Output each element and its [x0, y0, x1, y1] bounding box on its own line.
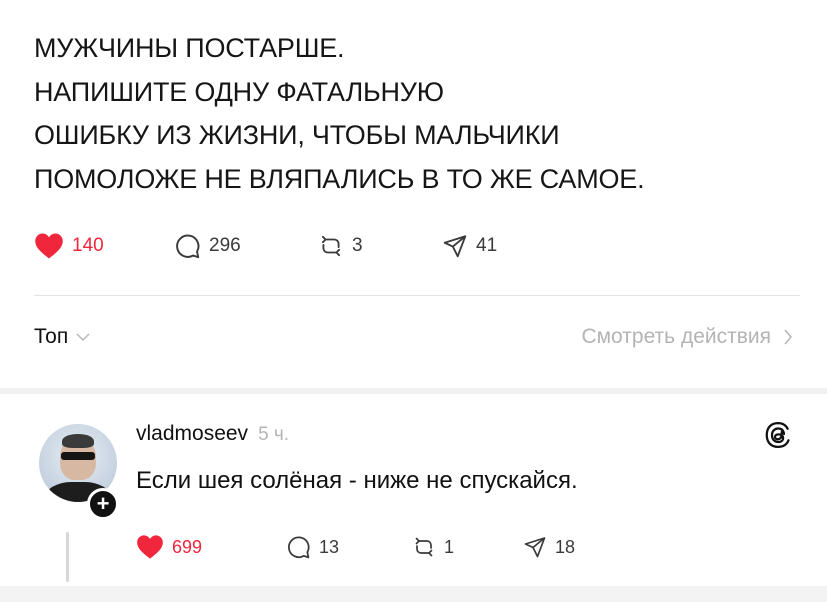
post-text-line: МУЖЧИНЫ ПОСТАРШЕ. [34, 33, 345, 63]
share-icon [443, 235, 467, 258]
repost-button[interactable]: 1 [412, 530, 454, 564]
repost-button[interactable]: 3 [318, 226, 363, 266]
share-button[interactable]: 18 [523, 530, 575, 564]
share-icon [524, 537, 546, 558]
repost-icon [415, 537, 433, 557]
replies-header: Топ Смотреть действия [0, 325, 827, 359]
comment-icon [288, 535, 310, 558]
post-action-bar: 140 296 3 41 [0, 226, 827, 266]
heart-icon [137, 535, 163, 559]
sort-label: Топ [34, 325, 69, 348]
username[interactable]: vladmoseev [136, 422, 248, 446]
reply-button[interactable]: 13 [286, 530, 339, 564]
sort-dropdown[interactable]: Топ [34, 325, 90, 349]
view-activity-label: Смотреть действия [581, 325, 771, 348]
post-text-line: НАПИШИТЕ ОДНУ ФАТАЛЬНУЮ [34, 76, 444, 107]
divider [34, 295, 800, 296]
repost-icon [321, 235, 341, 257]
reply-header: vladmoseev 5 ч. [136, 422, 289, 446]
reply-action-bar: 699 13 1 18 [0, 530, 827, 564]
like-button[interactable]: 699 [136, 530, 202, 564]
follow-button[interactable]: + [87, 488, 119, 520]
reply-text: Если шея солёная - ниже не спускайся. [136, 467, 578, 494]
repost-count: 3 [352, 235, 363, 256]
reply-button[interactable]: 296 [174, 226, 241, 266]
post-text-line: ОШИБКУ ИЗ ЖИЗНИ, ЧТОБЫ МАЛЬЧИКИ [34, 120, 560, 150]
reply-count: 296 [209, 235, 241, 256]
post: МУЖЧИНЫ ПОСТАРШЕ. НАПИШИТЕ ОДНУ ФАТАЛЬНУ… [0, 0, 827, 388]
like-count: 699 [172, 536, 203, 557]
chevron-right-icon [784, 329, 792, 345]
post-text-line: ПОМОЛОЖЕ НЕ ВЛЯПАЛИСЬ В ТО ЖЕ САМОЕ. [34, 163, 645, 194]
plus-icon: + [96, 491, 110, 516]
repost-count: 1 [444, 536, 455, 557]
heart-icon [35, 233, 63, 259]
post-text: МУЖЧИНЫ ПОСТАРШЕ. НАПИШИТЕ ОДНУ ФАТАЛЬНУ… [34, 27, 804, 201]
reply-item: + vladmoseev 5 ч. Если шея солёная - ниж… [0, 394, 827, 602]
view-activity-link[interactable]: Смотреть действия [581, 325, 793, 349]
threads-logo-icon [763, 420, 793, 455]
share-count: 41 [476, 235, 498, 256]
share-button[interactable]: 41 [442, 226, 497, 266]
share-count: 18 [555, 536, 576, 557]
bottom-band [0, 586, 827, 602]
like-count: 140 [72, 235, 104, 256]
chevron-down-icon [76, 333, 90, 341]
timestamp: 5 ч. [258, 424, 290, 445]
reply-count: 13 [319, 536, 340, 557]
comment-icon [176, 234, 200, 258]
like-button[interactable]: 140 [34, 226, 104, 266]
